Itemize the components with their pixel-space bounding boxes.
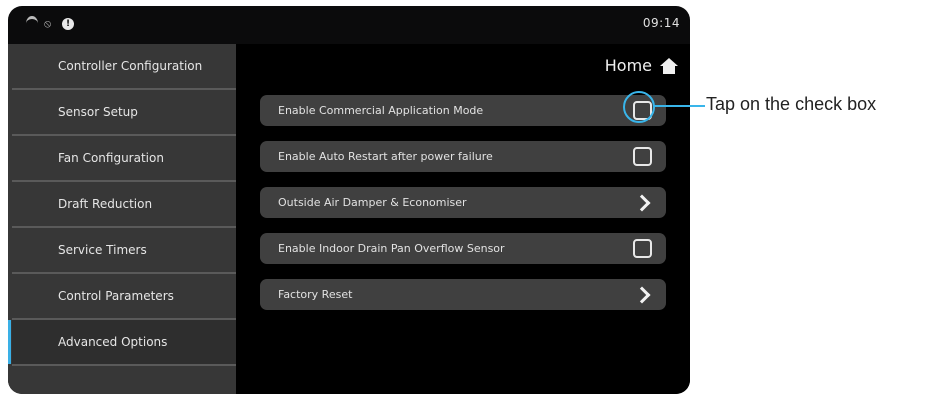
sidebar: Controller Configuration Sensor Setup Fa… [8, 44, 236, 394]
option-row-factory-reset[interactable]: Factory Reset [260, 279, 666, 310]
status-icons: ⦸ ! [26, 16, 74, 31]
checkbox-highlight-ring [623, 91, 655, 123]
option-label: Enable Commercial Application Mode [278, 104, 484, 117]
home-button[interactable]: Home [605, 56, 678, 75]
sidebar-item-control-parameters[interactable]: Control Parameters [12, 274, 236, 320]
options-list: Enable Commercial Application Mode Enabl… [260, 95, 666, 325]
drain-pan-sensor-checkbox[interactable] [633, 239, 652, 258]
option-label: Factory Reset [278, 288, 353, 301]
sidebar-item-sensor-setup[interactable]: Sensor Setup [12, 90, 236, 136]
sidebar-item-service-timers[interactable]: Service Timers [12, 228, 236, 274]
auto-restart-checkbox[interactable] [633, 147, 652, 166]
option-label: Enable Auto Restart after power failure [278, 150, 493, 163]
alert-icon: ! [62, 17, 74, 30]
status-bar: ⦸ ! 09:14 [8, 6, 690, 44]
wifi-icon [26, 16, 38, 31]
sidebar-item-advanced-options[interactable]: Advanced Options [8, 320, 236, 366]
status-time: 09:14 [642, 16, 680, 30]
sidebar-item-controller-configuration[interactable]: Controller Configuration [12, 44, 236, 90]
page-title: Home [604, 56, 652, 75]
chevron-right-icon [633, 286, 651, 303]
sidebar-item-fan-configuration[interactable]: Fan Configuration [12, 136, 236, 182]
option-row-commercial-mode[interactable]: Enable Commercial Application Mode [260, 95, 666, 126]
main-panel: Home Enable Commercial Application Mode … [236, 44, 690, 394]
option-row-drain-pan-sensor[interactable]: Enable Indoor Drain Pan Overflow Sensor [260, 233, 666, 264]
callout-text: Tap on the check box [706, 94, 877, 114]
callout-line [653, 105, 705, 107]
chevron-right-icon [633, 194, 651, 211]
home-icon [660, 57, 678, 74]
option-row-outside-air-damper[interactable]: Outside Air Damper & Economiser [260, 187, 666, 218]
no-bluetooth-icon: ⦸ [44, 16, 52, 30]
option-row-auto-restart[interactable]: Enable Auto Restart after power failure [260, 141, 666, 172]
sidebar-item-draft-reduction[interactable]: Draft Reduction [12, 182, 236, 228]
device-screen: ⦸ ! 09:14 Controller Configuration Senso… [8, 6, 690, 394]
option-label: Outside Air Damper & Economiser [278, 196, 467, 209]
option-label: Enable Indoor Drain Pan Overflow Sensor [278, 242, 505, 255]
